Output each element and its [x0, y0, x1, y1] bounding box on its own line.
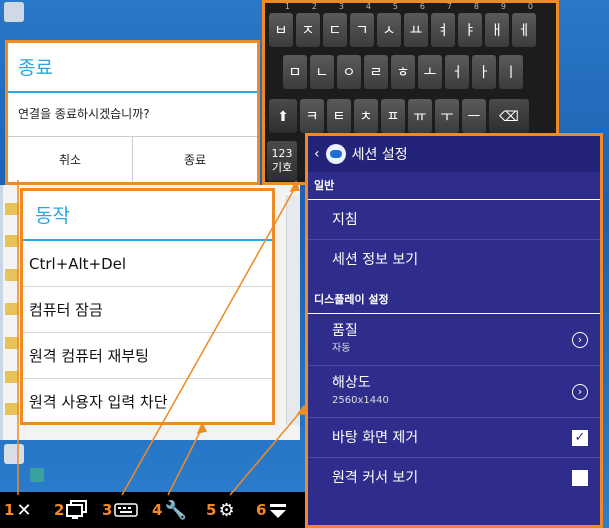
toolbar-close[interactable]: 1 ✕ [4, 492, 32, 528]
key[interactable]: ㅡ [462, 99, 486, 133]
key[interactable]: ㅍ [381, 99, 405, 133]
teamviewer-logo-icon [325, 144, 346, 164]
toolbar-monitor[interactable]: 2 [54, 492, 88, 528]
resolution-label: 해상도 [332, 375, 371, 391]
app-icon[interactable] [4, 444, 24, 464]
toolbar-hide[interactable]: 6 [256, 492, 288, 528]
key[interactable]: ㅌ [327, 99, 351, 133]
symbol-key[interactable]: 123 기호 [267, 141, 297, 181]
section-general: 일반 [308, 172, 600, 200]
bottom-toolbar: 1 ✕ 2 3 4 🔧 5 ⚙ 6 [0, 492, 305, 528]
folder-icon[interactable] [5, 337, 19, 349]
section-display: 디스플레이 설정 [308, 286, 600, 314]
key[interactable]: 5ㅅ [377, 2, 401, 47]
backspace-icon: ⌫ [499, 109, 519, 125]
monitor-icon [66, 500, 88, 519]
key[interactable]: 2ㅈ [296, 2, 320, 47]
action-block-input[interactable]: 원격 사용자 입력 차단 [23, 379, 272, 425]
show-cursor-checkbox[interactable] [572, 470, 588, 486]
show-cursor-label: 원격 커서 보기 [332, 470, 419, 486]
action-lock-computer[interactable]: 컴퓨터 잠금 [23, 287, 272, 333]
chevron-right-icon: › [572, 331, 588, 348]
remove-wallpaper-label: 바탕 화면 제거 [332, 430, 419, 446]
settings-show-cursor[interactable]: 원격 커서 보기 [308, 458, 600, 498]
exit-dialog: 종료 연결을 종료하시겠습니까? 취소 종료 [5, 40, 260, 185]
wrench-icon: 🔧 [164, 499, 187, 521]
key[interactable]: 8ㅑ [458, 2, 482, 47]
settings-session-info[interactable]: 세션 정보 보기 [308, 240, 600, 280]
toolbar-settings[interactable]: 5 ⚙ [206, 492, 235, 528]
exit-dialog-title: 종료 [8, 43, 257, 93]
action-dialog-title: 동작 [23, 191, 272, 241]
key[interactable]: ㅗ [418, 55, 442, 89]
key[interactable]: ㅜ [435, 99, 459, 133]
key[interactable]: ㄴ [310, 55, 334, 89]
settings-guide[interactable]: 지침 [308, 200, 600, 240]
remove-wallpaper-checkbox[interactable]: ✓ [572, 429, 588, 446]
gear-icon: ⚙ [218, 499, 235, 521]
key[interactable]: ㅁ [283, 55, 307, 89]
folder-icon[interactable] [5, 371, 19, 383]
app-icon[interactable] [30, 468, 44, 482]
settings-quality[interactable]: 품질 자동 › [308, 314, 600, 366]
key[interactable]: 4ㄱ [350, 2, 374, 47]
cancel-button[interactable]: 취소 [8, 137, 133, 182]
action-ctrl-alt-del[interactable]: Ctrl+Alt+Del [23, 241, 272, 287]
key[interactable]: ㅏ [472, 55, 496, 89]
action-dialog: 동작 Ctrl+Alt+Del 컴퓨터 잠금 원격 컴퓨터 재부팅 원격 사용자… [20, 188, 275, 425]
key[interactable]: 0ㅔ [512, 2, 536, 47]
settings-header[interactable]: ‹ 세션 설정 [308, 136, 600, 172]
key[interactable]: ㅎ [391, 55, 415, 89]
menu-down-icon [270, 504, 287, 518]
settings-title: 세션 설정 [351, 147, 408, 163]
key[interactable]: ㅠ [408, 99, 432, 133]
key[interactable]: 7ㅕ [431, 2, 455, 47]
confirm-exit-button[interactable]: 종료 [133, 137, 257, 182]
quality-label: 품질 [332, 323, 358, 339]
key[interactable]: ㅋ [300, 99, 324, 133]
chevron-right-icon: › [572, 383, 588, 400]
folder-icon[interactable] [5, 403, 19, 415]
shift-key[interactable]: ⬆ [269, 99, 297, 133]
key[interactable]: 6ㅛ [404, 2, 428, 47]
toolbar-actions[interactable]: 4 🔧 [152, 492, 187, 528]
close-icon: ✕ [16, 499, 32, 521]
shift-icon: ⬆ [277, 109, 289, 125]
action-reboot-remote[interactable]: 원격 컴퓨터 재부팅 [23, 333, 272, 379]
key[interactable]: ㅓ [445, 55, 469, 89]
key[interactable]: ㄹ [364, 55, 388, 89]
toolbar-keyboard[interactable]: 3 [102, 492, 139, 528]
key[interactable]: ㅣ [499, 55, 523, 89]
keyboard-icon [114, 503, 139, 517]
session-settings-panel: ‹ 세션 설정 일반 지침 세션 정보 보기 디스플레이 설정 품질 자동 › … [305, 133, 603, 528]
key[interactable]: 1ㅂ [269, 2, 293, 47]
folder-icon[interactable] [5, 303, 19, 315]
folder-icon[interactable] [5, 203, 19, 215]
settings-remove-wallpaper[interactable]: 바탕 화면 제거 ✓ [308, 418, 600, 458]
key[interactable]: ㅊ [354, 99, 378, 133]
settings-resolution[interactable]: 해상도 2560x1440 › [308, 366, 600, 418]
resolution-value: 2560x1440 [332, 395, 389, 406]
folder-icon[interactable] [5, 235, 19, 247]
key[interactable]: ㅇ [337, 55, 361, 89]
key[interactable]: 9ㅐ [485, 2, 509, 47]
folder-icon[interactable] [5, 269, 19, 281]
backspace-key[interactable]: ⌫ [489, 99, 529, 133]
key[interactable]: 3ㄷ [323, 2, 347, 47]
quality-value: 자동 [332, 343, 351, 354]
back-chevron-icon[interactable]: ‹ [314, 146, 320, 162]
exit-dialog-message: 연결을 종료하시겠습니까? [18, 107, 150, 121]
scrollbar[interactable] [286, 195, 300, 425]
app-icon[interactable] [4, 2, 24, 22]
